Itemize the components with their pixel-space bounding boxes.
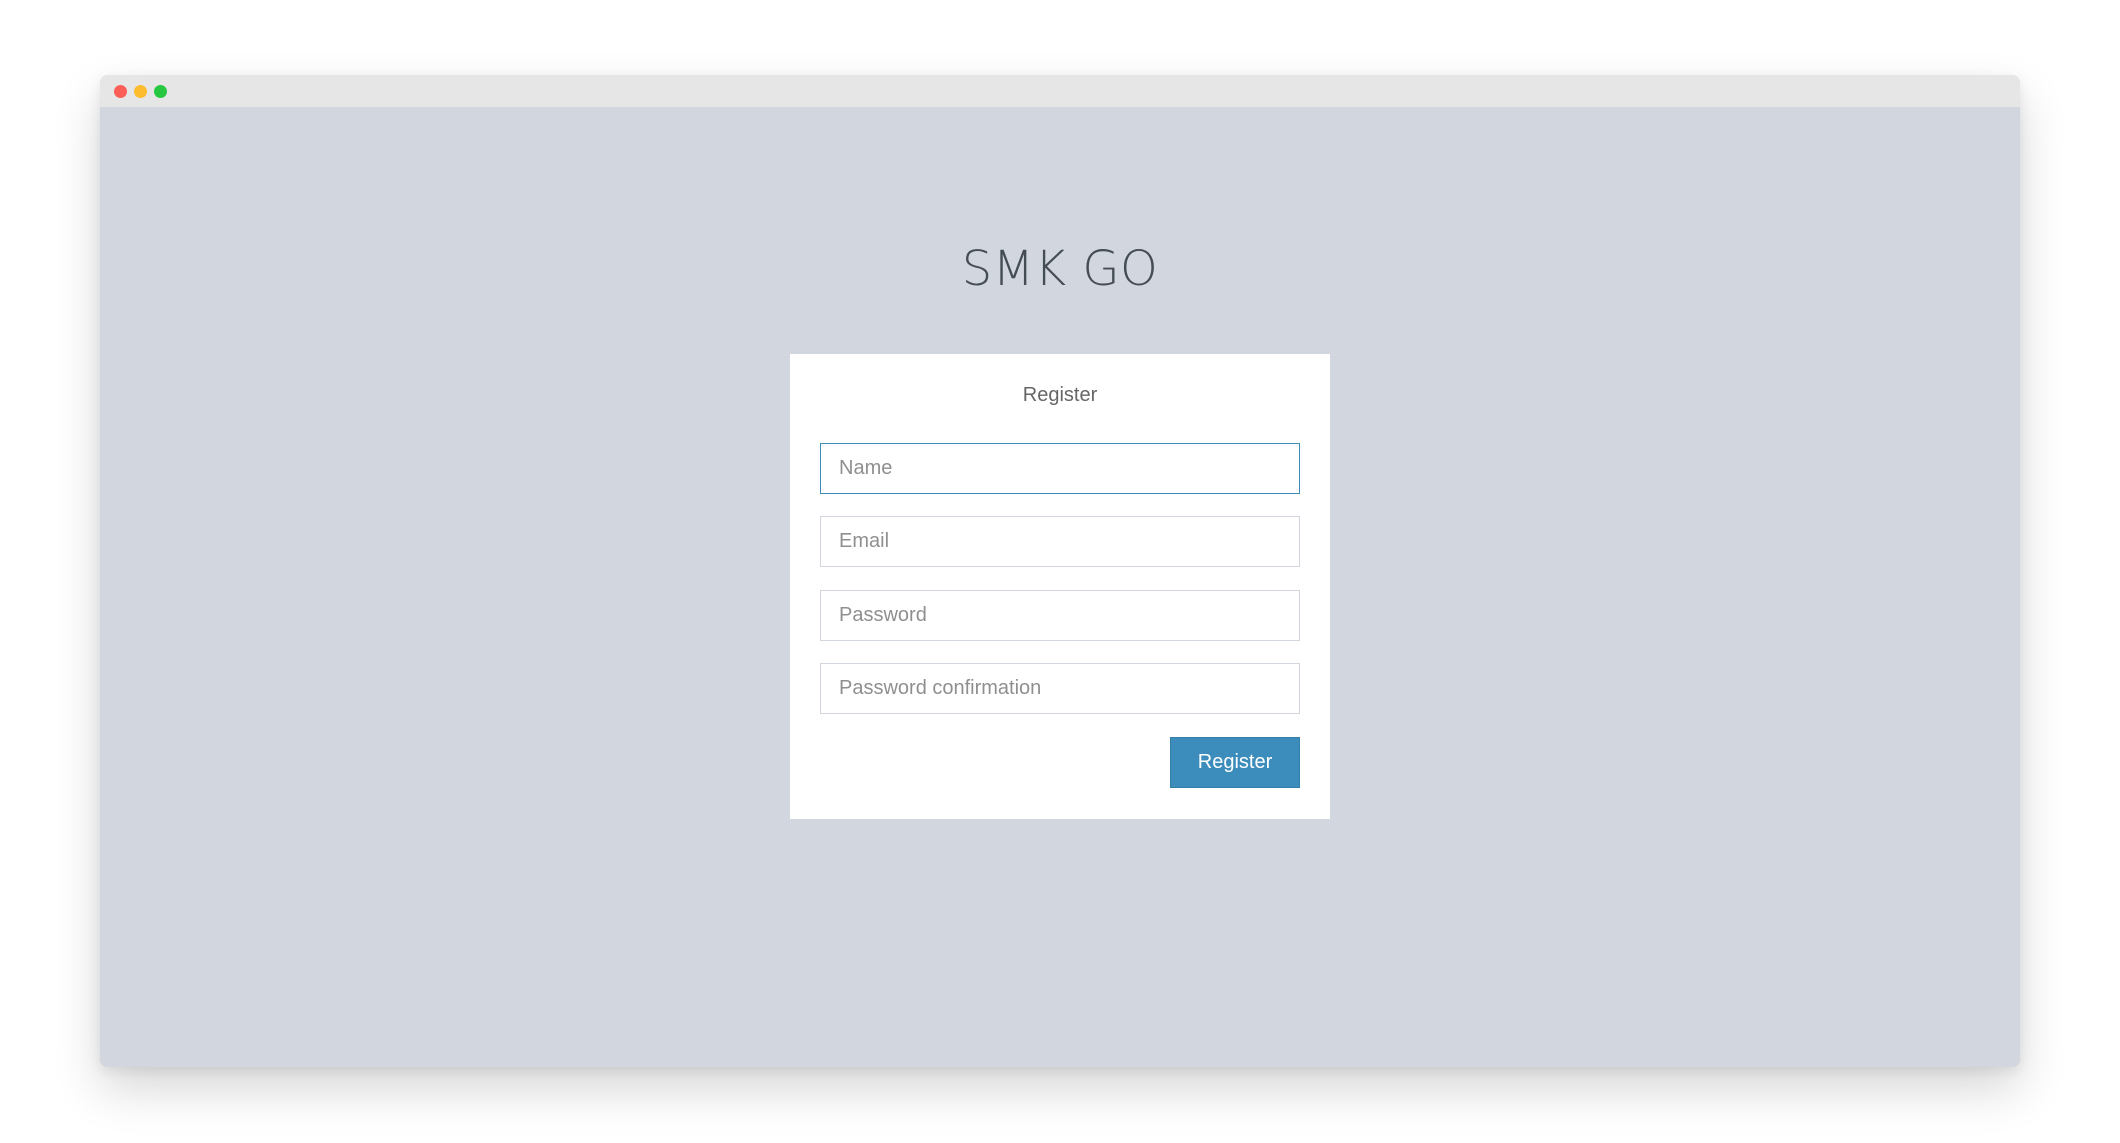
page-viewport: SMK GO Register Register (100, 107, 2020, 1067)
minimize-window-icon[interactable] (134, 85, 147, 98)
close-window-icon[interactable] (114, 85, 127, 98)
name-input[interactable] (820, 443, 1300, 494)
register-box-title: Register (1022, 384, 1098, 406)
register-box: Register Register (790, 354, 1330, 819)
password-input[interactable] (820, 590, 1300, 641)
email-input[interactable] (820, 516, 1300, 567)
browser-window: SMK GO Register Register (100, 75, 2020, 1067)
app-logo[interactable]: SMK GO (100, 241, 2020, 297)
register-button[interactable]: Register (1170, 737, 1300, 788)
window-titlebar (100, 75, 2020, 107)
password-confirmation-input[interactable] (820, 663, 1300, 714)
maximize-window-icon[interactable] (154, 85, 167, 98)
